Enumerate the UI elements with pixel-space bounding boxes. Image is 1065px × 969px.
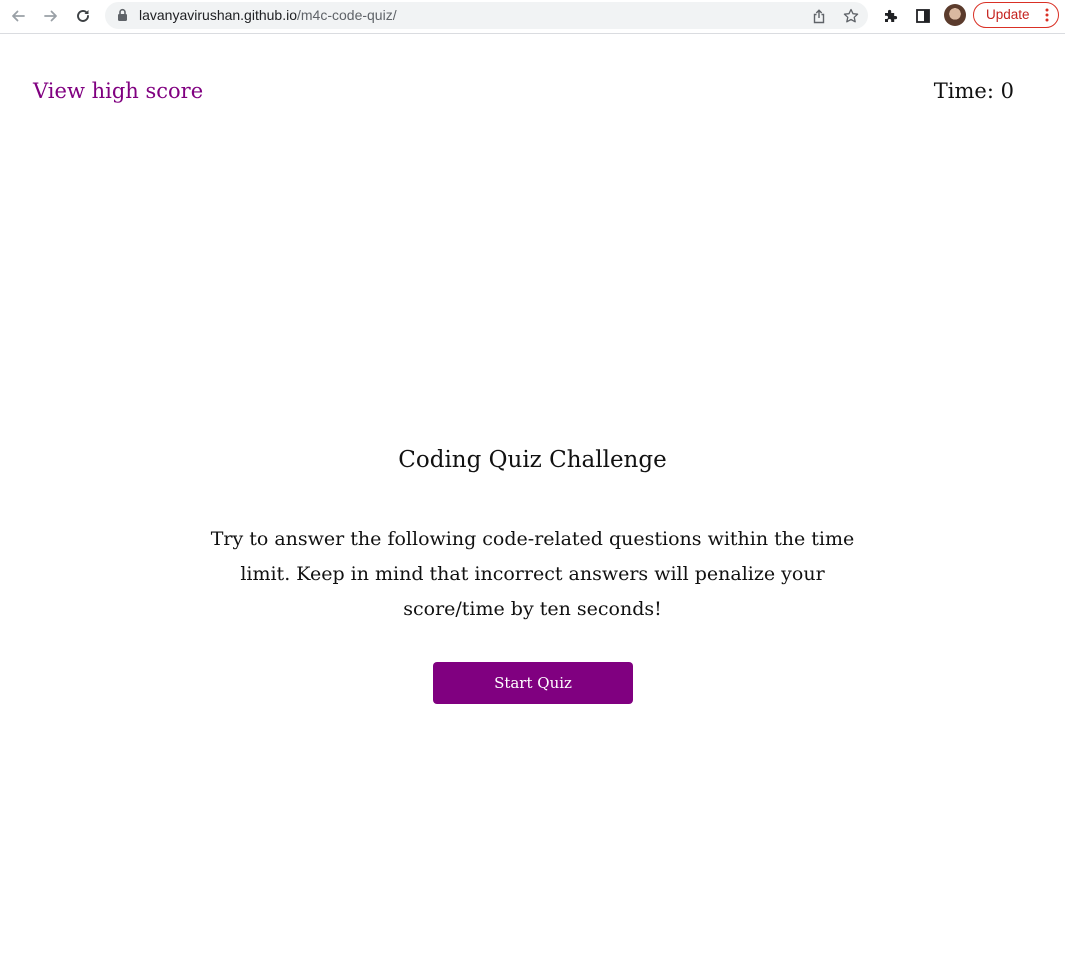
update-button[interactable]: Update bbox=[973, 2, 1059, 28]
url-text: lavanyavirushan.github.io/m4c-code-quiz/ bbox=[139, 2, 397, 29]
quiz-title: Coding Quiz Challenge bbox=[398, 447, 667, 473]
share-button[interactable] bbox=[810, 7, 828, 25]
forward-button[interactable] bbox=[39, 4, 63, 28]
back-button[interactable] bbox=[6, 4, 30, 28]
reload-icon bbox=[77, 10, 89, 22]
extensions-button[interactable] bbox=[880, 5, 902, 27]
kebab-menu-icon bbox=[1045, 8, 1049, 22]
start-quiz-button[interactable]: Start Quiz bbox=[433, 662, 633, 704]
address-bar[interactable]: lavanyavirushan.github.io/m4c-code-quiz/ bbox=[105, 2, 868, 29]
reload-button[interactable] bbox=[71, 4, 95, 28]
star-icon bbox=[843, 8, 859, 23]
timer: Time: 0 bbox=[934, 79, 1014, 103]
quiz-description: Try to answer the following code-related… bbox=[210, 528, 855, 620]
url-path: /m4c-code-quiz/ bbox=[297, 7, 397, 23]
side-panel-button[interactable] bbox=[912, 5, 934, 27]
arrow-left-icon bbox=[12, 10, 25, 22]
browser-toolbar: lavanyavirushan.github.io/m4c-code-quiz/… bbox=[0, 0, 1065, 34]
side-panel-icon bbox=[916, 9, 930, 23]
puzzle-icon bbox=[885, 9, 898, 22]
timer-value: 0 bbox=[1000, 79, 1014, 103]
share-icon bbox=[813, 8, 825, 23]
arrow-right-icon bbox=[44, 10, 57, 22]
bookmark-button[interactable] bbox=[842, 7, 860, 25]
update-label: Update bbox=[986, 7, 1030, 22]
timer-label: Time: bbox=[933, 79, 1001, 103]
url-host: lavanyavirushan.github.io bbox=[139, 7, 297, 23]
avatar[interactable] bbox=[944, 4, 966, 26]
view-high-score-link[interactable]: View high score bbox=[33, 79, 203, 103]
lock-icon bbox=[118, 8, 127, 21]
